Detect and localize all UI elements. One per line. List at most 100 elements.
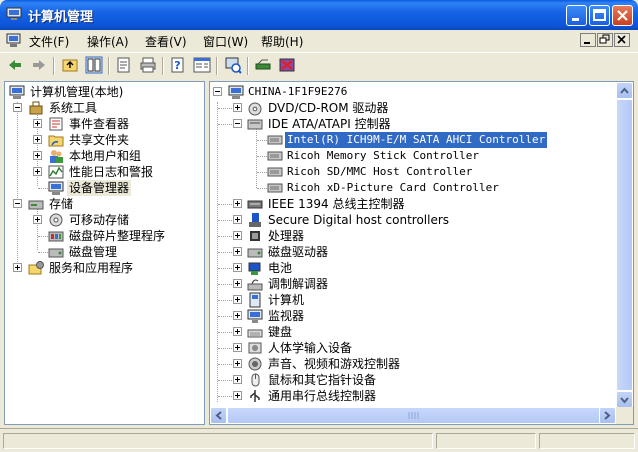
device-item-controller-card[interactable]: Intel(R) ICH9M-E/M SATA AHCI Controller: [210, 131, 610, 149]
toolbar-separator: [162, 57, 164, 75]
device-item-controller-card[interactable]: Ricoh Memory Stick Controller: [210, 148, 610, 164]
collapse-toggle[interactable]: [13, 103, 22, 112]
device-category-keyboard[interactable]: 键盘: [210, 324, 610, 340]
tree-item-removable-storage[interactable]: 可移动存储: [5, 212, 204, 228]
device-category-disk-drive[interactable]: 磁盘驱动器: [210, 244, 610, 260]
up-folder-icon[interactable]: [61, 56, 79, 74]
device-item-controller-card[interactable]: Ricoh SD/MMC Host Controller: [210, 164, 610, 180]
forward-icon[interactable]: [30, 56, 48, 74]
menu-window[interactable]: 窗口(W): [203, 33, 248, 50]
expand-toggle[interactable]: [233, 279, 242, 288]
tree-item-root[interactable]: 计算机管理(本地): [5, 84, 204, 100]
device-category-usb[interactable]: 通用串行总线控制器: [210, 388, 610, 404]
tree-item-disk-management[interactable]: 磁盘管理: [5, 244, 204, 260]
device-category-label: 监视器: [268, 309, 305, 323]
expand-toggle[interactable]: [233, 103, 242, 112]
title-bar[interactable]: 计算机管理: [0, 0, 638, 30]
chevron-left-icon: [215, 411, 222, 420]
horizontal-scrollbar[interactable]: [210, 407, 616, 424]
mdi-restore-button[interactable]: [597, 33, 613, 47]
expand-toggle[interactable]: [33, 135, 42, 144]
device-category-sound[interactable]: 声音、视频和游戏控制器: [210, 356, 610, 372]
device-category-mouse[interactable]: 鼠标和其它指针设备: [210, 372, 610, 388]
device-item-controller-card[interactable]: Ricoh xD-Picture Card Controller: [210, 180, 610, 196]
expand-toggle[interactable]: [233, 359, 242, 368]
device-tree-root[interactable]: CHINA-1F1F9E276: [210, 84, 616, 100]
console-window-icon[interactable]: [6, 33, 22, 48]
scan-hardware-icon[interactable]: [224, 56, 242, 74]
expand-toggle[interactable]: [233, 199, 242, 208]
scroll-up-button[interactable]: [616, 82, 633, 99]
device-category-dvd-drive[interactable]: DVD/CD-ROM 驱动器: [210, 100, 610, 116]
properties-icon[interactable]: [115, 56, 133, 74]
device-category-label: 键盘: [268, 325, 293, 339]
menu-file[interactable]: 文件(F): [29, 33, 69, 50]
expand-toggle[interactable]: [233, 215, 242, 224]
show-console-icon[interactable]: [193, 56, 211, 74]
expand-toggle[interactable]: [233, 327, 242, 336]
device-category-modem[interactable]: 调制解调器: [210, 276, 610, 292]
expand-toggle[interactable]: [233, 231, 242, 240]
print-icon[interactable]: [139, 56, 157, 74]
tree-item-shared-folders[interactable]: 共享文件夹: [5, 132, 204, 148]
scroll-left-button[interactable]: [210, 407, 227, 424]
console-tree-pane[interactable]: 计算机管理(本地) 系统工具 事件查看器 共享文件夹 本地用户和组 性能日志和警…: [4, 81, 205, 425]
update-driver-icon[interactable]: [254, 56, 272, 74]
device-category-hid[interactable]: 人体学输入设备: [210, 340, 610, 356]
expand-toggle[interactable]: [33, 167, 42, 176]
device-category-ide-controller[interactable]: IDE ATA/ATAPI 控制器: [210, 116, 610, 132]
maximize-icon: [593, 9, 606, 21]
tree-item-defrag[interactable]: 磁盘碎片整理程序: [5, 228, 204, 244]
tree-item-storage[interactable]: 存储: [5, 196, 204, 212]
expand-toggle[interactable]: [233, 263, 242, 272]
device-list-pane[interactable]: CHINA-1F1F9E276 DVD/CD-ROM 驱动器 IDE ATA/AT…: [209, 81, 634, 425]
show-hide-tree-icon[interactable]: [85, 56, 103, 74]
expand-toggle[interactable]: [233, 391, 242, 400]
expand-toggle[interactable]: [33, 119, 42, 128]
device-category-ieee1394[interactable]: IEEE 1394 总线主控制器: [210, 196, 610, 212]
disable-device-icon[interactable]: [278, 56, 296, 74]
maximize-button[interactable]: [589, 5, 610, 26]
vertical-scroll-thumb[interactable]: [616, 99, 633, 391]
toolbar-separator: [216, 57, 218, 75]
mdi-minimize-button[interactable]: [580, 33, 596, 47]
scroll-down-button[interactable]: [616, 391, 633, 408]
expand-toggle[interactable]: [233, 375, 242, 384]
collapse-toggle[interactable]: [213, 87, 222, 96]
help-icon[interactable]: ?: [169, 56, 187, 74]
device-category-sd-host[interactable]: Secure Digital host controllers: [210, 212, 610, 228]
horizontal-scroll-thumb[interactable]: [227, 407, 601, 424]
device-category-battery[interactable]: 电池: [210, 260, 610, 276]
usb-icon: [250, 390, 260, 402]
device-manager-icon: [48, 181, 64, 195]
tree-item-device-manager[interactable]: 设备管理器: [5, 180, 204, 196]
collapse-toggle[interactable]: [233, 119, 242, 128]
minimize-button[interactable]: [566, 5, 587, 26]
keyboard-icon: [247, 329, 263, 338]
expand-toggle[interactable]: [233, 311, 242, 320]
expand-toggle[interactable]: [233, 343, 242, 352]
expand-toggle[interactable]: [13, 263, 22, 272]
tree-item-services-apps[interactable]: 服务和应用程序: [5, 260, 204, 276]
device-category-computer[interactable]: 计算机: [210, 292, 610, 308]
expand-toggle[interactable]: [33, 215, 42, 224]
device-category-monitor[interactable]: 监视器: [210, 308, 610, 324]
back-icon[interactable]: [6, 56, 24, 74]
tree-item-event-viewer[interactable]: 事件查看器: [5, 116, 204, 132]
expand-toggle[interactable]: [33, 151, 42, 160]
tree-item-system-tools[interactable]: 系统工具: [5, 100, 204, 116]
tree-item-perf-logs[interactable]: 性能日志和警报: [5, 164, 204, 180]
menu-help[interactable]: 帮助(H): [261, 33, 303, 50]
vertical-scrollbar[interactable]: [616, 82, 633, 408]
device-category-processor[interactable]: 处理器: [210, 228, 610, 244]
scroll-right-button[interactable]: [599, 407, 616, 424]
expand-toggle[interactable]: [233, 247, 242, 256]
services-icon: [28, 261, 44, 275]
close-button[interactable]: [612, 5, 633, 26]
menu-action[interactable]: 操作(A): [87, 33, 129, 50]
expand-toggle[interactable]: [233, 295, 242, 304]
mdi-close-button[interactable]: [614, 33, 630, 47]
collapse-toggle[interactable]: [13, 199, 22, 208]
menu-view[interactable]: 查看(V): [145, 33, 187, 50]
tree-item-local-users[interactable]: 本地用户和组: [5, 148, 204, 164]
